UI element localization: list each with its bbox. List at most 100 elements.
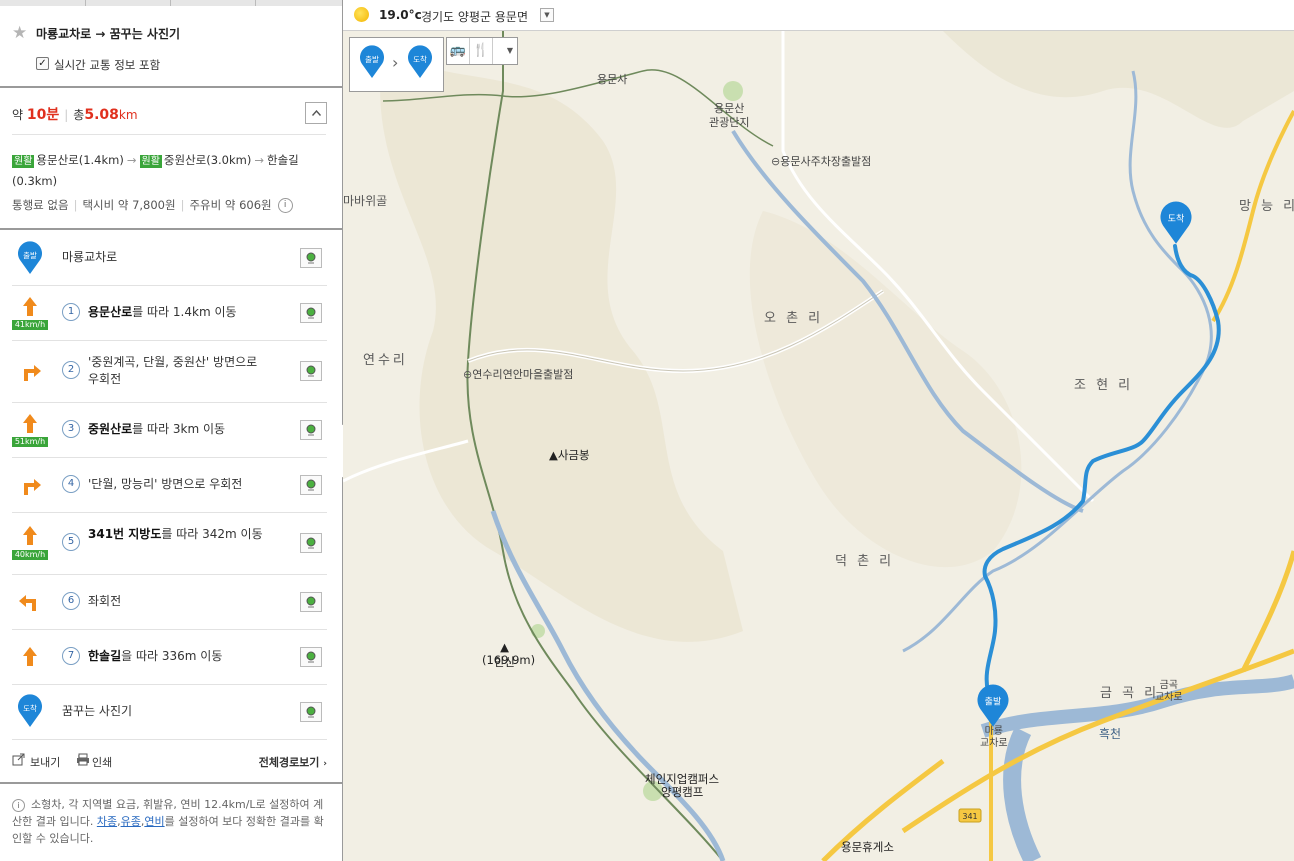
panel-top-strip (0, 0, 342, 6)
show-on-map-button[interactable] (300, 647, 322, 667)
step-number: 1 (62, 303, 80, 321)
straight-arrow-icon (23, 526, 37, 545)
step-number: 3 (62, 420, 80, 438)
bus-stop-icon: ⊖ (463, 368, 473, 381)
fuel-cost: 주유비 약 606원 (189, 198, 272, 212)
step-instruction: '단월, 망능리' 방면으로 우회전 (88, 477, 243, 491)
collapse-summary-button[interactable] (305, 102, 327, 124)
speed-badge: 41km/h (12, 320, 48, 330)
full-route-link[interactable]: 전체경로보기 › (259, 754, 327, 770)
label-yongmunsan-resort: 용문산 관광단지 (709, 102, 750, 129)
route-title: 마룡교차로 → 꿈꾸는 사진기 (36, 27, 181, 41)
end-marker-icon[interactable]: 도착 (407, 45, 433, 79)
fuel-type-link[interactable]: 유종 (121, 815, 141, 828)
route-panel: ★ 마룡교차로 → 꿈꾸는 사진기 ✓ 실시간 교통 정보 포함 약 10분 | 총… (0, 0, 343, 861)
road-summary: 원활 용문산로(1.4km) → 원활 중원산로(3.0km) → 한솔길(0.3km) (12, 150, 327, 192)
share-link[interactable]: 보내기 (30, 754, 60, 770)
location-dropdown-button[interactable]: ▼ (540, 8, 554, 22)
divider: | (64, 108, 69, 122)
print-link[interactable]: 인쇄 (92, 754, 112, 770)
total-distance: 5.08 (84, 107, 119, 123)
label-ochonri: 오 촌 리 (764, 311, 824, 326)
show-on-map-button[interactable] (300, 303, 322, 323)
show-on-map-button[interactable] (300, 475, 322, 495)
start-marker-label: 출발 (365, 54, 379, 64)
map-pin-icon (306, 479, 316, 491)
route-step-5[interactable]: 40km/h 5 341번 지방도를 따라 342m 이동 (12, 512, 327, 575)
map-pin-icon (306, 424, 316, 436)
route-start-row[interactable]: 출발 마룡교차로 (12, 230, 327, 286)
step-instruction: 좌회전 (88, 594, 122, 608)
route-summary: 약 10분 | 총5.08km 원활 용문산로(1.4km) → 원활 중원산로(3.0km… (0, 88, 342, 228)
road-segment-1: 용문산로(1.4km) (36, 153, 124, 167)
show-on-map-button[interactable] (300, 248, 322, 268)
step-number: 4 (62, 475, 80, 493)
restaurant-button[interactable]: 🍴 (470, 38, 493, 64)
chevron-down-icon: ▼ (544, 11, 550, 19)
map-pin-icon (306, 596, 316, 608)
label-mangneungri: 망 능 리 (1239, 199, 1294, 214)
tools-dropdown-button[interactable]: ▼ (503, 38, 517, 64)
step-text: 를 따라 3km 이동 (132, 422, 226, 436)
label-yeonsuri: 연수리 (363, 353, 408, 368)
arrow-right-icon: → (254, 153, 264, 167)
label-johyeonri: 조 현 리 (1074, 378, 1134, 393)
turn-right-icon (24, 365, 41, 381)
route-step-2[interactable]: 2 '중원계곡, 단월, 중원산' 방면으로 우회전 (12, 340, 327, 403)
show-on-map-button[interactable] (300, 592, 322, 612)
footnote: i 소형차, 각 지역별 요금, 휘발유, 연비 12.4km/L로 설정하여 계… (12, 798, 324, 845)
route-endpoints-toolbox: 출발 › 도착 (349, 37, 444, 92)
route-step-7[interactable]: 7 한솔길을 따라 336m 이동 (12, 629, 327, 685)
map-pin-icon (306, 307, 316, 319)
start-marker-label: 출발 (23, 250, 37, 260)
route-step-4[interactable]: 4 '단월, 망능리' 방면으로 우회전 (12, 457, 327, 513)
route-341-label: 341 (962, 812, 977, 821)
label-heukcheon: 흑천 (1099, 727, 1122, 741)
park-area (531, 624, 545, 638)
sun-icon (354, 7, 369, 22)
map-start-marker[interactable]: 출발 (976, 684, 1010, 728)
start-marker-icon[interactable]: 출발 (359, 45, 385, 79)
show-on-map-button[interactable] (300, 702, 322, 722)
vehicle-type-link[interactable]: 차종 (97, 815, 117, 828)
speed-badge: 40km/h (12, 550, 48, 560)
info-icon[interactable]: i (277, 198, 293, 213)
straight-arrow-icon (23, 414, 37, 433)
divider: | (180, 198, 185, 212)
step-road-name: 용문산로 (88, 305, 133, 319)
map-end-marker[interactable]: 도착 (1159, 201, 1193, 245)
step-number: 6 (62, 592, 80, 610)
label-geumgokri: 금 곡 리 (1100, 686, 1160, 701)
label-ansan-height: (169.9m) (482, 653, 536, 667)
route-step-3[interactable]: 51km/h 3 중원산로를 따라 3km 이동 (12, 402, 327, 458)
mountain-icon: ▲ (500, 640, 510, 654)
label-rest-area: 용문휴게소 (841, 840, 894, 854)
step-text: 를 따라 1.4km 이동 (132, 305, 237, 319)
route-end-row[interactable]: 도착 꿈꾸는 사진기 (12, 684, 327, 740)
label-yeonsuri-bus: ⊖연수리연안마을출발점 (463, 366, 573, 382)
route-step-6[interactable]: 6 좌회전 (12, 574, 327, 630)
fuel-efficiency-link[interactable]: 연비 (144, 815, 164, 828)
show-on-map-button[interactable] (300, 361, 322, 381)
print-icon[interactable] (76, 753, 90, 766)
favorite-star-icon[interactable]: ★ (12, 23, 27, 43)
label-mabiwigol: 마바위골 (343, 194, 388, 208)
step-road-name: 341번 지방도 (88, 527, 162, 541)
label-camp-2: 양평캠프 (661, 785, 704, 799)
label-sageumbong: ▲사금봉 (549, 448, 590, 462)
label-text: 연수리연안마을출발점 (472, 368, 574, 381)
label-yongmunsa-parking: ⊖용문사주차장출발점 (771, 153, 871, 169)
map-canvas[interactable]: 341 출발 › 도착 🚌 🍴 ▼ 용문사 용문산 관광단지 ⊖용문사주차장출발… (343, 31, 1294, 861)
traffic-smooth-badge: 원활 (139, 155, 162, 168)
share-icon[interactable] (12, 753, 26, 766)
show-on-map-button[interactable] (300, 420, 322, 440)
route-step-1[interactable]: 41km/h 1 용문산로를 따라 1.4km 이동 (12, 285, 327, 341)
traffic-checkbox[interactable]: ✓ (36, 57, 49, 70)
bus-button[interactable]: 🚌 (447, 38, 470, 64)
step-number: 2 (62, 361, 80, 379)
divider (0, 782, 342, 784)
start-marker-icon: 출발 (18, 241, 42, 274)
traffic-smooth-badge: 원활 (12, 155, 35, 168)
route-actions: 보내기 인쇄 전체경로보기 › (12, 752, 327, 770)
show-on-map-button[interactable] (300, 533, 322, 553)
